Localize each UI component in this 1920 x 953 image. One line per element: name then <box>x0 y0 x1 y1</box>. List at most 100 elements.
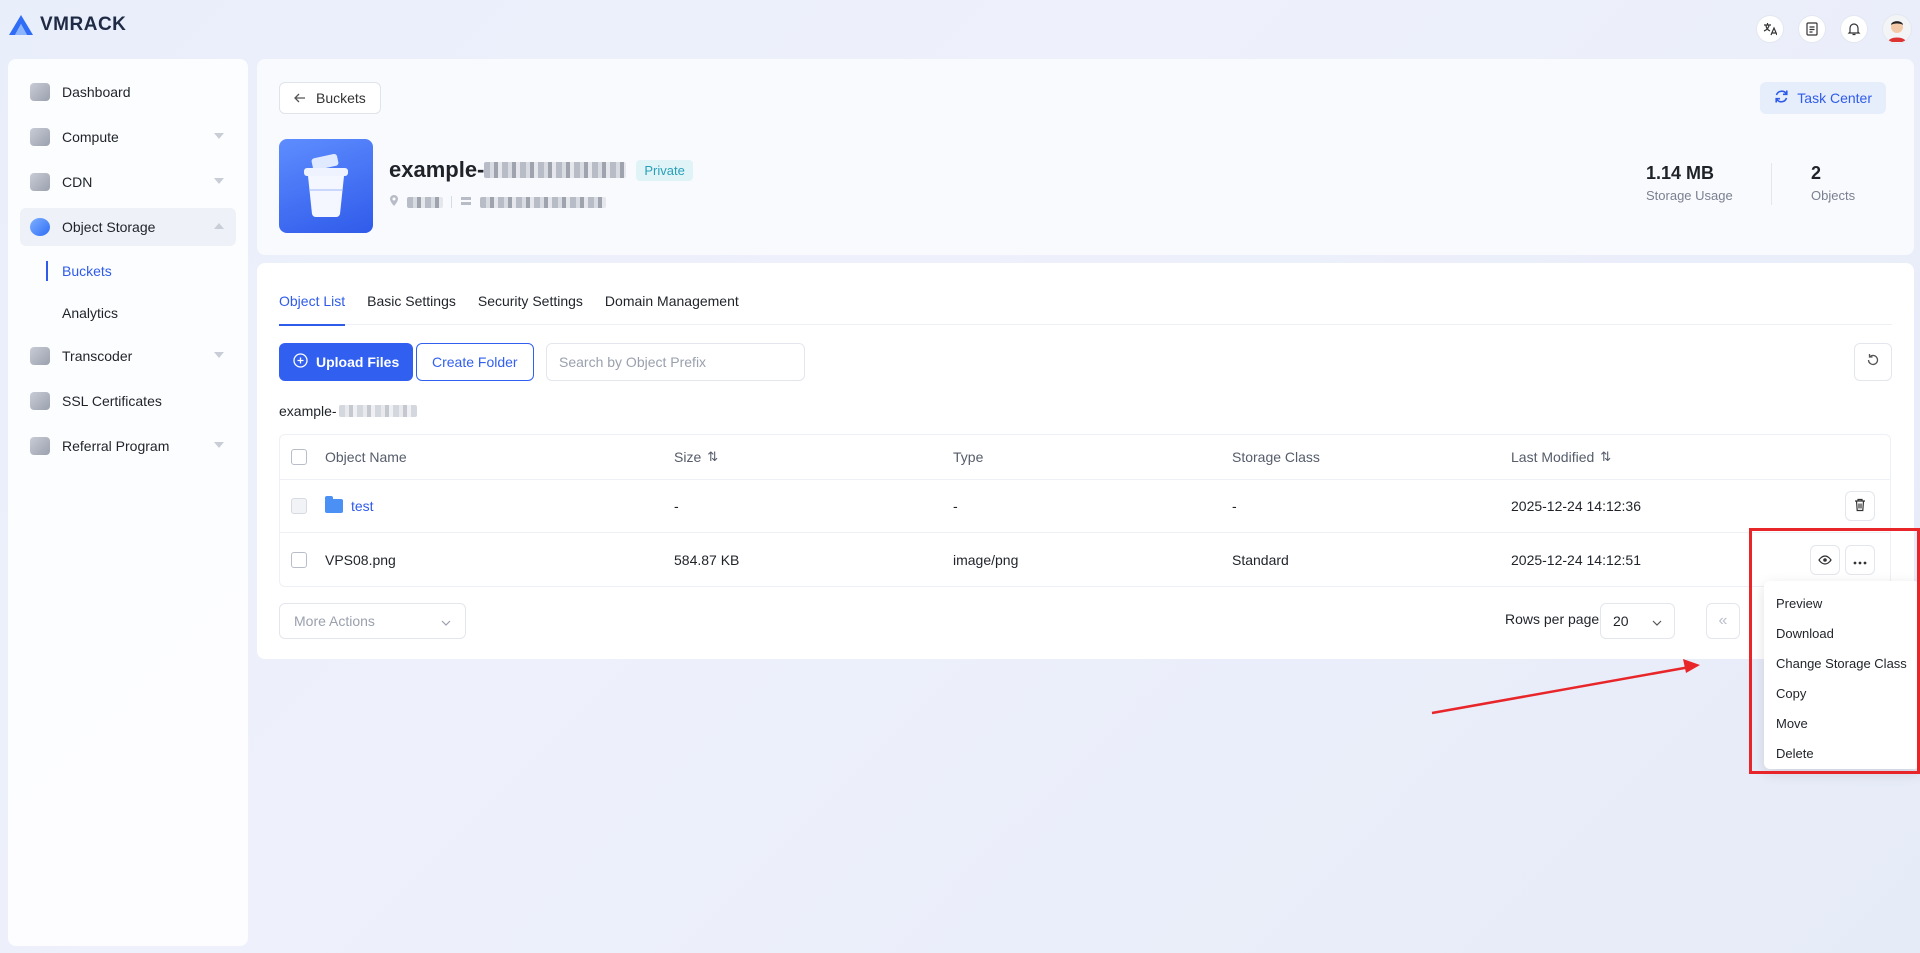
path-text: example- <box>279 403 337 419</box>
rows-per-page-select[interactable]: 20 <box>1600 603 1675 639</box>
sidebar-item-dashboard[interactable]: Dashboard <box>20 73 236 111</box>
tab-domain-management[interactable]: Domain Management <box>605 293 739 325</box>
sidebar-item-label: Referral Program <box>62 438 170 454</box>
table-row[interactable]: test - - - 2025-12-24 14:12:36 <box>280 480 1890 533</box>
back-to-buckets-button[interactable]: Buckets <box>279 82 381 114</box>
folder-link[interactable]: test <box>351 498 374 514</box>
task-center-button[interactable]: Task Center <box>1760 82 1886 114</box>
sidebar-item-ssl-certificates[interactable]: SSL Certificates <box>20 382 236 420</box>
chevron-down-icon <box>214 178 224 184</box>
sidebar-subitem-label: Buckets <box>62 263 112 279</box>
sidebar-item-compute[interactable]: Compute <box>20 118 236 156</box>
sidebar-item-label: CDN <box>62 174 93 190</box>
cell-object-name: VPS08.png <box>325 551 396 568</box>
ssl-icon <box>30 392 50 410</box>
cell-type: image/png <box>953 551 1019 568</box>
column-header-last-modified[interactable]: Last Modified ⇅ <box>1511 435 1611 479</box>
vmrack-logo[interactable]: VMRACK <box>8 14 126 36</box>
object-storage-icon <box>30 218 50 236</box>
sidebar-item-transcoder[interactable]: Transcoder <box>20 337 236 375</box>
refresh-button[interactable] <box>1854 343 1892 381</box>
compute-icon <box>30 128 50 146</box>
redacted-text <box>407 196 443 208</box>
column-header-size-label: Size <box>674 449 702 465</box>
cell-type: - <box>953 498 958 514</box>
stat-divider <box>1771 163 1772 205</box>
select-all-checkbox[interactable] <box>291 449 307 465</box>
sidebar-subitem-buckets[interactable]: Buckets <box>20 253 236 289</box>
sidebar-item-label: Compute <box>62 129 119 145</box>
table-header-row: Object Name Size ⇅ Type Storage Class La… <box>280 435 1890 480</box>
first-page-button[interactable]: « <box>1706 603 1740 639</box>
redacted-text <box>484 162 627 178</box>
avatar[interactable] <box>1882 14 1912 44</box>
server-icon <box>460 195 472 209</box>
sidebar-item-object-storage[interactable]: Object Storage <box>20 208 236 246</box>
sidebar-subitem-label: Analytics <box>62 305 119 321</box>
refresh-icon <box>1866 353 1880 372</box>
sidebar-item-label: Dashboard <box>62 84 131 100</box>
sidebar-item-label: Object Storage <box>62 219 156 235</box>
storage-usage-stat: 1.14 MB Storage Usage <box>1646 163 1733 203</box>
column-header-name: Object Name <box>325 449 407 465</box>
redacted-text <box>338 405 417 417</box>
sidebar: Dashboard Compute CDN Object Storage Buc… <box>8 59 248 946</box>
sort-icon[interactable]: ⇅ <box>1600 449 1611 465</box>
tab-basic-settings[interactable]: Basic Settings <box>367 293 456 325</box>
tab-security-settings[interactable]: Security Settings <box>478 293 583 325</box>
row-checkbox[interactable] <box>291 551 307 568</box>
storage-usage-label: Storage Usage <box>1646 188 1733 203</box>
dashboard-icon <box>30 83 50 101</box>
create-folder-button[interactable]: Create Folder <box>416 343 534 381</box>
logo-text: VMRACK <box>40 14 127 35</box>
chevron-down-icon <box>1652 613 1662 629</box>
referral-icon <box>30 437 50 455</box>
chevron-down-icon <box>214 352 224 358</box>
object-list-card: Object List Basic Settings Security Sett… <box>257 263 1914 659</box>
refresh-circle-icon <box>1774 89 1789 107</box>
plus-circle-icon <box>293 353 308 371</box>
more-actions-select[interactable]: More Actions <box>279 603 466 639</box>
cell-size: - <box>674 498 679 514</box>
logo-icon <box>9 15 33 35</box>
location-pin-icon <box>389 194 399 210</box>
search-input[interactable] <box>546 343 805 381</box>
chevron-down-icon <box>214 133 224 139</box>
sidebar-subitem-analytics[interactable]: Analytics <box>20 295 236 331</box>
trash-icon <box>1854 498 1866 515</box>
cell-last-modified: 2025-12-24 14:12:51 <box>1511 551 1641 568</box>
object-table: Object Name Size ⇅ Type Storage Class La… <box>279 434 1891 587</box>
row-checkbox[interactable] <box>291 498 307 514</box>
tab-object-list[interactable]: Object List <box>279 293 346 326</box>
delete-button[interactable] <box>1845 491 1875 521</box>
cdn-icon <box>30 173 50 191</box>
upload-files-button[interactable]: Upload Files <box>279 343 414 381</box>
bell-icon[interactable] <box>1840 15 1868 43</box>
sort-icon[interactable]: ⇅ <box>707 449 718 465</box>
column-header-last-modified-label: Last Modified <box>1511 449 1595 465</box>
chevron-up-icon <box>214 223 224 229</box>
document-icon[interactable] <box>1798 15 1826 43</box>
objects-value: 2 <box>1811 163 1822 183</box>
visibility-badge: Private <box>636 159 693 181</box>
table-row[interactable]: VPS08.png 584.87 KB image/png Standard 2… <box>280 533 1890 586</box>
objects-label: Objects <box>1811 188 1856 203</box>
storage-usage-value: 1.14 MB <box>1646 163 1715 183</box>
cell-last-modified: 2025-12-24 14:12:36 <box>1511 498 1641 514</box>
translate-icon[interactable] <box>1756 15 1784 43</box>
column-header-size[interactable]: Size ⇅ <box>674 435 718 479</box>
double-chevron-left-icon: « <box>1718 612 1728 629</box>
rows-per-page-value: 20 <box>1613 613 1629 629</box>
cell-storage-class: Standard <box>1232 551 1289 568</box>
column-header-storage-class: Storage Class <box>1232 449 1320 465</box>
bucket-name-text: example- <box>389 157 485 182</box>
task-center-label: Task Center <box>1797 90 1872 106</box>
sidebar-item-label: Transcoder <box>62 348 133 364</box>
upload-files-label: Upload Files <box>316 354 400 370</box>
annotation-highlight-box <box>1749 528 1920 774</box>
chevron-down-icon <box>214 442 224 448</box>
bucket-name: example- Private <box>389 157 693 183</box>
cell-size: 584.87 KB <box>674 551 740 568</box>
sidebar-item-cdn[interactable]: CDN <box>20 163 236 201</box>
sidebar-item-referral-program[interactable]: Referral Program <box>20 427 236 465</box>
